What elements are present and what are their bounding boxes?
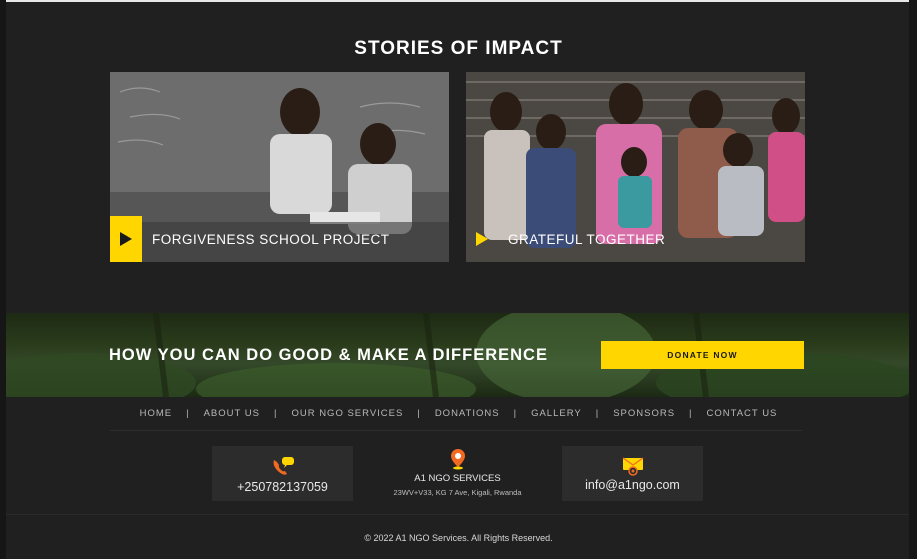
page-edge-right [909, 0, 917, 559]
nav-divider [110, 430, 802, 431]
email-address: info@a1ngo.com [585, 478, 680, 492]
footer-link-about-us[interactable]: ABOUT US [204, 408, 260, 419]
footer-divider [6, 514, 909, 515]
copyright-text: © 2022 A1 NGO Services. All Rights Reser… [364, 533, 553, 543]
org-name: A1 NGO SERVICES [414, 473, 501, 484]
footer-link-donations[interactable]: DONATIONS [435, 408, 500, 419]
nav-separator: | [513, 408, 518, 419]
top-divider [6, 0, 909, 2]
location-pin-icon [449, 448, 467, 475]
footer-nav: HOME | ABOUT US | OUR NGO SERVICES | DON… [0, 408, 917, 419]
play-button[interactable] [110, 216, 142, 262]
story-caption: FORGIVENESS SCHOOL PROJECT [110, 216, 449, 262]
phone-number: +250782137059 [237, 480, 328, 494]
footer-link-gallery[interactable]: GALLERY [531, 408, 582, 419]
banner-headline: HOW YOU CAN DO GOOD & MAKE A DIFFERENCE [109, 346, 548, 364]
nav-separator: | [417, 408, 421, 419]
phone-chat-icon [271, 456, 295, 481]
footer-link-sponsors[interactable]: SPONSORS [613, 408, 675, 419]
footer-link-home[interactable]: HOME [140, 408, 173, 419]
contact-phone[interactable]: +250782137059 [212, 446, 353, 501]
nav-separator: | [186, 408, 190, 419]
story-title: FORGIVENESS SCHOOL PROJECT [152, 231, 390, 247]
section-title: STORIES OF IMPACT [354, 38, 563, 59]
org-address: 23WV+V33, KG 7 Ave, Kigali, Rwanda [393, 488, 522, 497]
nav-separator: | [273, 408, 278, 419]
story-card-grateful[interactable]: GRATEFUL TOGETHER [466, 72, 805, 262]
donate-now-button[interactable]: DONATE NOW [601, 341, 804, 369]
play-button[interactable] [466, 216, 498, 262]
play-icon [120, 232, 132, 246]
cta-banner: HOW YOU CAN DO GOOD & MAKE A DIFFERENCE … [6, 313, 909, 397]
nav-separator: | [689, 408, 693, 419]
nav-separator: | [595, 408, 600, 419]
story-title: GRATEFUL TOGETHER [508, 231, 666, 247]
page-edge-left [0, 0, 6, 559]
contact-address: A1 NGO SERVICES 23WV+V33, KG 7 Ave, Kiga… [375, 446, 540, 501]
story-caption: GRATEFUL TOGETHER [466, 216, 805, 262]
play-icon [476, 232, 488, 246]
footer-link-contact-us[interactable]: CONTACT US [707, 408, 778, 419]
contact-email[interactable]: info@a1ngo.com [562, 446, 703, 501]
story-card-forgiveness[interactable]: FORGIVENESS SCHOOL PROJECT [110, 72, 449, 262]
footer-link-ngo-services[interactable]: OUR NGO SERVICES [291, 408, 403, 419]
